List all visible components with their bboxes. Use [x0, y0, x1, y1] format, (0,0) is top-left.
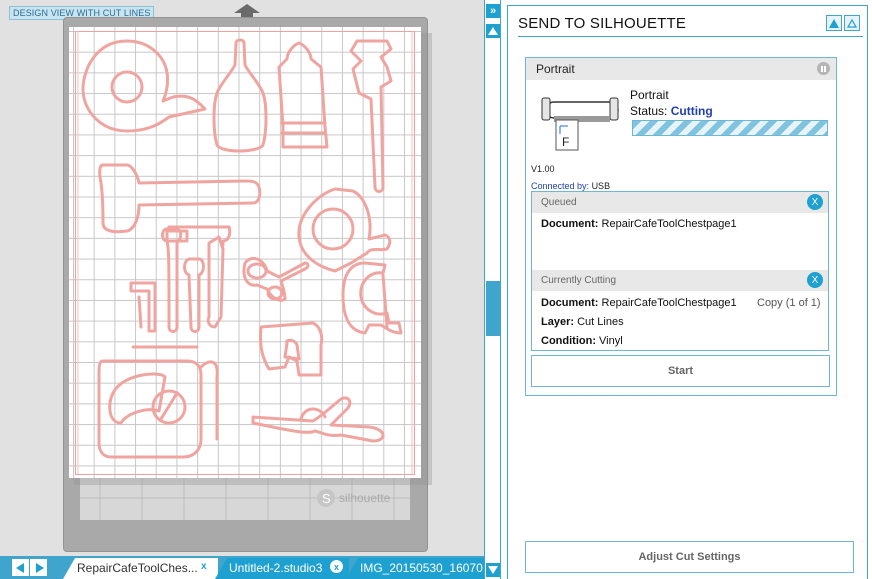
triangle-left-icon — [15, 562, 24, 573]
current-layer: Layer: Cut Lines — [541, 316, 624, 328]
scissors-shape — [242, 257, 310, 302]
tab-untitled-2[interactable]: Untitled-2.studio3 — [215, 558, 349, 579]
queued-document-value: RepairCafeToolChestpage1 — [601, 218, 737, 230]
svg-text:F: F — [562, 135, 569, 149]
silhouette-studio-window: DESIGN VIEW WITH CUT LINES S silhouette — [0, 0, 872, 579]
cut-progress-bar — [632, 120, 828, 136]
device-header-label: Portrait — [536, 62, 575, 76]
adjust-cut-settings-button[interactable]: Adjust Cut Settings — [525, 541, 854, 573]
send-panel: SEND TO SILHOUETTE Portrait F Portrait S… — [507, 5, 868, 579]
silhouette-logo-icon: S — [317, 489, 335, 507]
mallet-shape — [98, 163, 262, 234]
design-canvas[interactable]: DESIGN VIEW WITH CUT LINES S silhouette — [0, 0, 484, 556]
device-status: Status: Cutting — [630, 104, 713, 118]
cutter-device-icon: F — [541, 97, 619, 151]
cancel-current-button[interactable]: X — [807, 272, 823, 288]
multimeter-shape — [97, 345, 219, 459]
job-queue: Queued X Document: RepairCafeToolChestpa… — [531, 191, 829, 351]
silhouette-watermark: S silhouette — [316, 488, 390, 508]
scroll-up-button[interactable] — [486, 24, 500, 38]
copy-count: Copy (1 of 1) — [757, 297, 821, 309]
tab-close-button[interactable]: x — [201, 561, 207, 572]
queued-header-label: Queued — [541, 197, 577, 208]
pipe-wrench-shape — [349, 39, 393, 193]
collapse-panel-button[interactable]: » — [486, 4, 500, 18]
current-document: Document: RepairCafeToolChestpage1 — [541, 297, 737, 309]
tab-close-button[interactable]: x — [330, 560, 343, 573]
cut-lines-artwork[interactable] — [69, 27, 421, 478]
layer-label: Layer: — [541, 316, 575, 328]
measuring-tape-shape — [297, 187, 392, 273]
current-header-label: Currently Cutting — [541, 275, 617, 286]
scroll-down-button[interactable] — [486, 563, 500, 577]
triangle-up-icon — [488, 27, 498, 35]
condition-value: Vinyl — [599, 335, 623, 347]
tape-dispenser-shape — [81, 39, 207, 133]
tab-img-20150530[interactable]: IMG_20150530_16070... — [346, 558, 486, 579]
layer-value: Cut Lines — [577, 316, 624, 328]
tab-repaircafe[interactable]: RepairCafeToolChes... — [63, 558, 218, 579]
device-name: Portrait — [630, 88, 669, 102]
triangle-right-icon — [35, 562, 44, 573]
connected-label: Connected by: — [531, 181, 590, 191]
panel-title: SEND TO SILHOUETTE — [518, 15, 687, 32]
tab-label: Untitled-2.studio3 — [229, 561, 323, 575]
svg-text:S: S — [322, 491, 331, 506]
connection-info: Connected by: USB — [531, 181, 610, 191]
pliers-shape — [251, 396, 385, 443]
collapse-section-button[interactable] — [844, 15, 860, 31]
staple-gun-shape — [259, 321, 324, 377]
scrollbar-thumb[interactable] — [486, 281, 500, 336]
condition-label: Condition: — [541, 335, 596, 347]
device-card: Portrait F Portrait Status: Cutting V1.0… — [525, 57, 837, 396]
device-card-header: Portrait — [526, 58, 836, 80]
tab-scroll-left-button[interactable] — [12, 559, 29, 576]
expand-panel-button[interactable] — [826, 15, 842, 31]
current-header: Currently Cutting X — [532, 270, 828, 291]
triangle-down-icon — [488, 566, 498, 574]
clear-queued-button[interactable]: X — [807, 194, 823, 210]
firmware-version: V1.00 — [531, 164, 555, 174]
triangle-up-filled-icon — [829, 18, 839, 28]
document-tab-bar: RepairCafeToolChes... x Untitled-2.studi… — [0, 556, 486, 579]
tube-shape — [277, 41, 329, 149]
status-label: Status: — [630, 104, 668, 118]
hex-keys-shape — [129, 225, 232, 333]
queued-document-label: Document: — [541, 218, 599, 230]
queued-header: Queued X — [532, 192, 828, 213]
current-document-value: RepairCafeToolChestpage1 — [601, 297, 737, 309]
tab-scroll-right-button[interactable] — [30, 559, 47, 576]
connected-value: USB — [591, 181, 611, 191]
tab-label: RepairCafeToolChes... — [77, 561, 198, 575]
title-divider — [518, 36, 863, 37]
current-condition: Condition: Vinyl — [541, 335, 623, 347]
current-document-label: Document: — [541, 297, 599, 309]
start-button[interactable]: Start — [531, 355, 830, 387]
pause-button[interactable] — [817, 62, 830, 75]
c-clamp-shape — [341, 261, 403, 335]
status-value: Cutting — [670, 104, 713, 118]
vertical-scrollbar[interactable]: » — [484, 0, 501, 579]
glue-bottle-shape — [212, 38, 268, 153]
watermark-text: silhouette — [339, 491, 391, 505]
triangle-up-outline-icon — [847, 18, 857, 28]
queued-document: Document: RepairCafeToolChestpage1 — [541, 218, 737, 230]
tab-label: IMG_20150530_16070... — [360, 561, 486, 575]
